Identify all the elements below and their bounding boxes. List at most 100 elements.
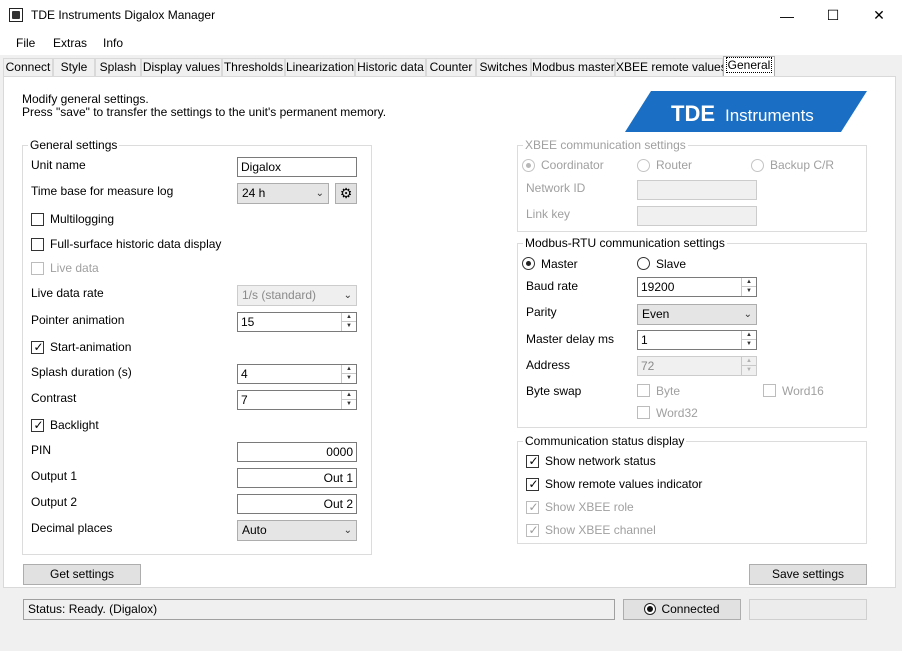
arrow-down-icon[interactable]: ▼ [342, 400, 356, 409]
backlight-checkbox[interactable]: ✓ [31, 418, 44, 432]
stepper-arrows[interactable]: ▲ ▼ [341, 365, 356, 383]
splash-duration-stepper[interactable]: 4 ▲ ▼ [237, 364, 357, 384]
word16-checkbox[interactable] [763, 384, 776, 397]
arrow-up-icon[interactable]: ▲ [742, 278, 756, 287]
menu-extras[interactable]: Extras [53, 36, 87, 50]
tab-modbus-master[interactable]: Modbus master [531, 58, 615, 77]
baud-rate-stepper[interactable]: 19200 ▲ ▼ [637, 277, 757, 297]
multilogging-checkbox[interactable] [31, 213, 44, 226]
show-remote-values-checkbox[interactable]: ✓ [526, 477, 539, 491]
arrow-down-icon[interactable]: ▼ [742, 287, 756, 296]
xbee-backup-radio[interactable] [751, 159, 764, 172]
show-network-status-checkbox[interactable]: ✓ [526, 454, 539, 468]
output2-input[interactable]: Out 2 [237, 494, 357, 514]
arrow-down-icon[interactable]: ▼ [742, 366, 756, 375]
stepper-arrows[interactable]: ▲ ▼ [741, 357, 756, 375]
save-settings-button[interactable]: Save settings [749, 564, 867, 585]
show-xbee-role-checkbox[interactable]: ✓ [526, 500, 539, 514]
word32-label: Word32 [656, 406, 698, 420]
modbus-master-radio[interactable] [522, 257, 535, 270]
unit-name-input[interactable]: Digalox [237, 157, 357, 177]
stepper-arrows[interactable]: ▲ ▼ [341, 391, 356, 409]
time-base-select[interactable]: 24 h ⌄ [237, 183, 329, 204]
get-settings-button[interactable]: Get settings [23, 564, 141, 585]
full-surface-label: Full-surface historic data display [50, 237, 222, 251]
master-delay-value: 1 [641, 333, 648, 347]
tab-splash[interactable]: Splash [95, 58, 141, 77]
parity-select[interactable]: Even ⌄ [637, 304, 757, 325]
stepper-arrows[interactable]: ▲ ▼ [741, 331, 756, 349]
contrast-stepper[interactable]: 7 ▲ ▼ [237, 390, 357, 410]
link-key-label: Link key [526, 207, 571, 221]
gear-icon: ⚙ [339, 185, 353, 201]
connected-button[interactable]: Connected [623, 599, 741, 620]
address-stepper[interactable]: 72 ▲ ▼ [637, 356, 757, 376]
output1-input[interactable]: Out 1 [237, 468, 357, 488]
pointer-animation-value: 15 [241, 315, 255, 329]
address-label: Address [526, 358, 571, 372]
pin-input[interactable]: 0000 [237, 442, 357, 462]
status-text-box: Status: Ready. (Digalox) [23, 599, 615, 620]
modbus-slave-radio[interactable] [637, 257, 650, 270]
tab-switches[interactable]: Switches [476, 58, 531, 77]
arrow-up-icon[interactable]: ▲ [742, 331, 756, 340]
menu-file[interactable]: File [16, 36, 35, 50]
tab-xbee-remote-values[interactable]: XBEE remote values [615, 58, 727, 77]
decimal-places-select[interactable]: Auto ⌄ [237, 520, 357, 541]
arrow-down-icon[interactable]: ▼ [342, 322, 356, 331]
arrow-up-icon[interactable]: ▲ [742, 357, 756, 366]
link-key-input[interactable] [637, 206, 757, 226]
start-animation-label: Start-animation [50, 340, 132, 354]
stepper-arrows[interactable]: ▲ ▼ [741, 278, 756, 296]
xbee-router-radio[interactable] [637, 159, 650, 172]
tab-counter[interactable]: Counter [426, 58, 476, 77]
chevron-down-icon: ⌄ [343, 290, 352, 301]
stepper-arrows[interactable]: ▲ ▼ [341, 313, 356, 331]
comm-status-title: Communication status display [523, 434, 687, 448]
word16-label: Word16 [782, 384, 824, 398]
show-xbee-channel-checkbox[interactable]: ✓ [526, 523, 539, 537]
xbee-coordinator-radio[interactable] [522, 159, 535, 172]
tab-style[interactable]: Style [53, 58, 95, 77]
tab-connect[interactable]: Connect [3, 58, 53, 77]
modbus-settings-title: Modbus-RTU communication settings [523, 236, 727, 250]
word32-checkbox[interactable] [637, 406, 650, 419]
start-animation-checkbox[interactable]: ✓ [31, 340, 44, 354]
pointer-animation-stepper[interactable]: 15 ▲ ▼ [237, 312, 357, 332]
checkmark-icon: ✓ [528, 454, 539, 468]
decimal-places-label: Decimal places [31, 521, 113, 535]
full-surface-checkbox[interactable] [31, 238, 44, 251]
master-delay-stepper[interactable]: 1 ▲ ▼ [637, 330, 757, 350]
tab-linearization[interactable]: Linearization [285, 58, 355, 77]
tab-display-values[interactable]: Display values [141, 58, 222, 77]
app-icon [9, 8, 23, 22]
tab-thresholds[interactable]: Thresholds [222, 58, 285, 77]
minimize-button[interactable]: — [764, 0, 810, 31]
network-id-input[interactable] [637, 180, 757, 200]
tab-general[interactable]: General [723, 56, 775, 77]
show-xbee-role-label: Show XBEE role [545, 500, 634, 514]
byte-checkbox[interactable] [637, 384, 650, 397]
live-data-rate-select[interactable]: 1/s (standard) ⌄ [237, 285, 357, 306]
tde-instruments-logo: TDE Instruments [625, 91, 867, 132]
menu-info[interactable]: Info [103, 36, 123, 50]
arrow-up-icon[interactable]: ▲ [342, 391, 356, 400]
splash-duration-value: 4 [241, 367, 248, 381]
close-button[interactable]: ✕ [856, 0, 902, 31]
time-base-value: 24 h [242, 186, 266, 200]
connected-status-icon [644, 603, 657, 615]
arrow-down-icon[interactable]: ▼ [342, 374, 356, 383]
time-base-settings-button[interactable]: ⚙ [335, 183, 357, 204]
parity-label: Parity [526, 305, 557, 319]
live-data-checkbox[interactable] [31, 262, 44, 275]
maximize-button[interactable]: ☐ [810, 0, 856, 31]
arrow-up-icon[interactable]: ▲ [342, 365, 356, 374]
master-delay-label: Master delay ms [526, 332, 615, 346]
arrow-down-icon[interactable]: ▼ [742, 340, 756, 349]
tab-historic-data[interactable]: Historic data [355, 58, 426, 77]
time-base-label: Time base for measure log [31, 184, 174, 198]
show-remote-values-label: Show remote values indicator [545, 477, 703, 491]
blank-action-button[interactable] [749, 599, 867, 620]
arrow-up-icon[interactable]: ▲ [342, 313, 356, 322]
output1-label: Output 1 [31, 469, 78, 483]
